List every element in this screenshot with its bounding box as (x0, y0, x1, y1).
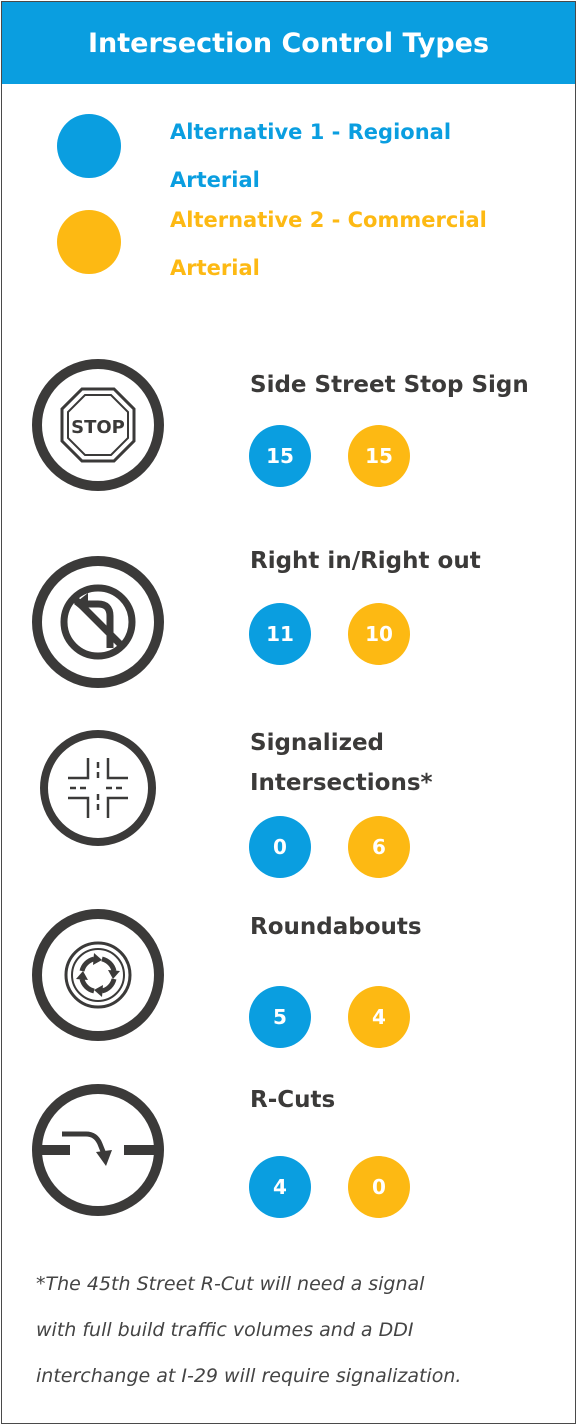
legend-label-alt2: Alternative 2 - Commercial Arterial (170, 196, 487, 292)
badge-alt1-roundabouts: 5 (249, 986, 311, 1048)
legend-label-alt1: Alternative 1 - Regional Arterial (170, 108, 451, 204)
roundabout-icon (32, 909, 164, 1041)
type-label-r-cuts: R-Cuts (250, 1087, 336, 1113)
type-label-signalized-line1: Signalized (250, 730, 385, 756)
type-label-stop-sign: Side Street Stop Sign (250, 372, 529, 398)
stop-sign-icon: STOP (32, 359, 164, 491)
legend-label-alt1-line1: Alternative 1 - Regional (170, 120, 452, 144)
intersection-control-card: Intersection Control Types Alternative 1… (1, 1, 576, 1424)
page-title: Intersection Control Types (87, 27, 490, 59)
legend-dot-alt1 (57, 114, 121, 178)
badge-alt1-right-in-right-out: 11 (249, 603, 311, 665)
badge-alt2-r-cuts: 0 (348, 1156, 410, 1218)
footnote-line1: *The 45th Street R-Cut will need a signa… (36, 1273, 425, 1295)
footnote: *The 45th Street R-Cut will need a signa… (36, 1261, 556, 1399)
badge-alt2-signalized: 6 (348, 816, 410, 878)
footnote-line2: with full build traffic volumes and a DD… (36, 1319, 414, 1341)
no-left-turn-icon (32, 556, 164, 688)
r-cut-icon (32, 1084, 164, 1216)
stop-sign-text: STOP (71, 417, 125, 438)
badge-alt2-stop-sign: 15 (348, 425, 410, 487)
type-label-signalized-line2: Intersections* (250, 770, 433, 796)
type-label-roundabouts: Roundabouts (250, 914, 422, 940)
legend-label-alt2-line1: Alternative 2 - Commercial (170, 208, 487, 232)
intersection-icon (40, 730, 156, 846)
badge-alt1-stop-sign: 15 (249, 425, 311, 487)
badge-alt2-right-in-right-out: 10 (348, 603, 410, 665)
legend-dot-alt2 (57, 210, 121, 274)
type-label-right-in-right-out: Right in/Right out (250, 548, 481, 574)
badge-alt1-r-cuts: 4 (249, 1156, 311, 1218)
type-label-signalized: Signalized Intersections* (250, 723, 433, 803)
footnote-line3: interchange at I-29 will require signali… (36, 1365, 462, 1387)
badge-alt1-signalized: 0 (249, 816, 311, 878)
header-bar: Intersection Control Types (2, 2, 575, 84)
legend-label-alt2-line2: Arterial (170, 256, 260, 280)
badge-alt2-roundabouts: 4 (348, 986, 410, 1048)
